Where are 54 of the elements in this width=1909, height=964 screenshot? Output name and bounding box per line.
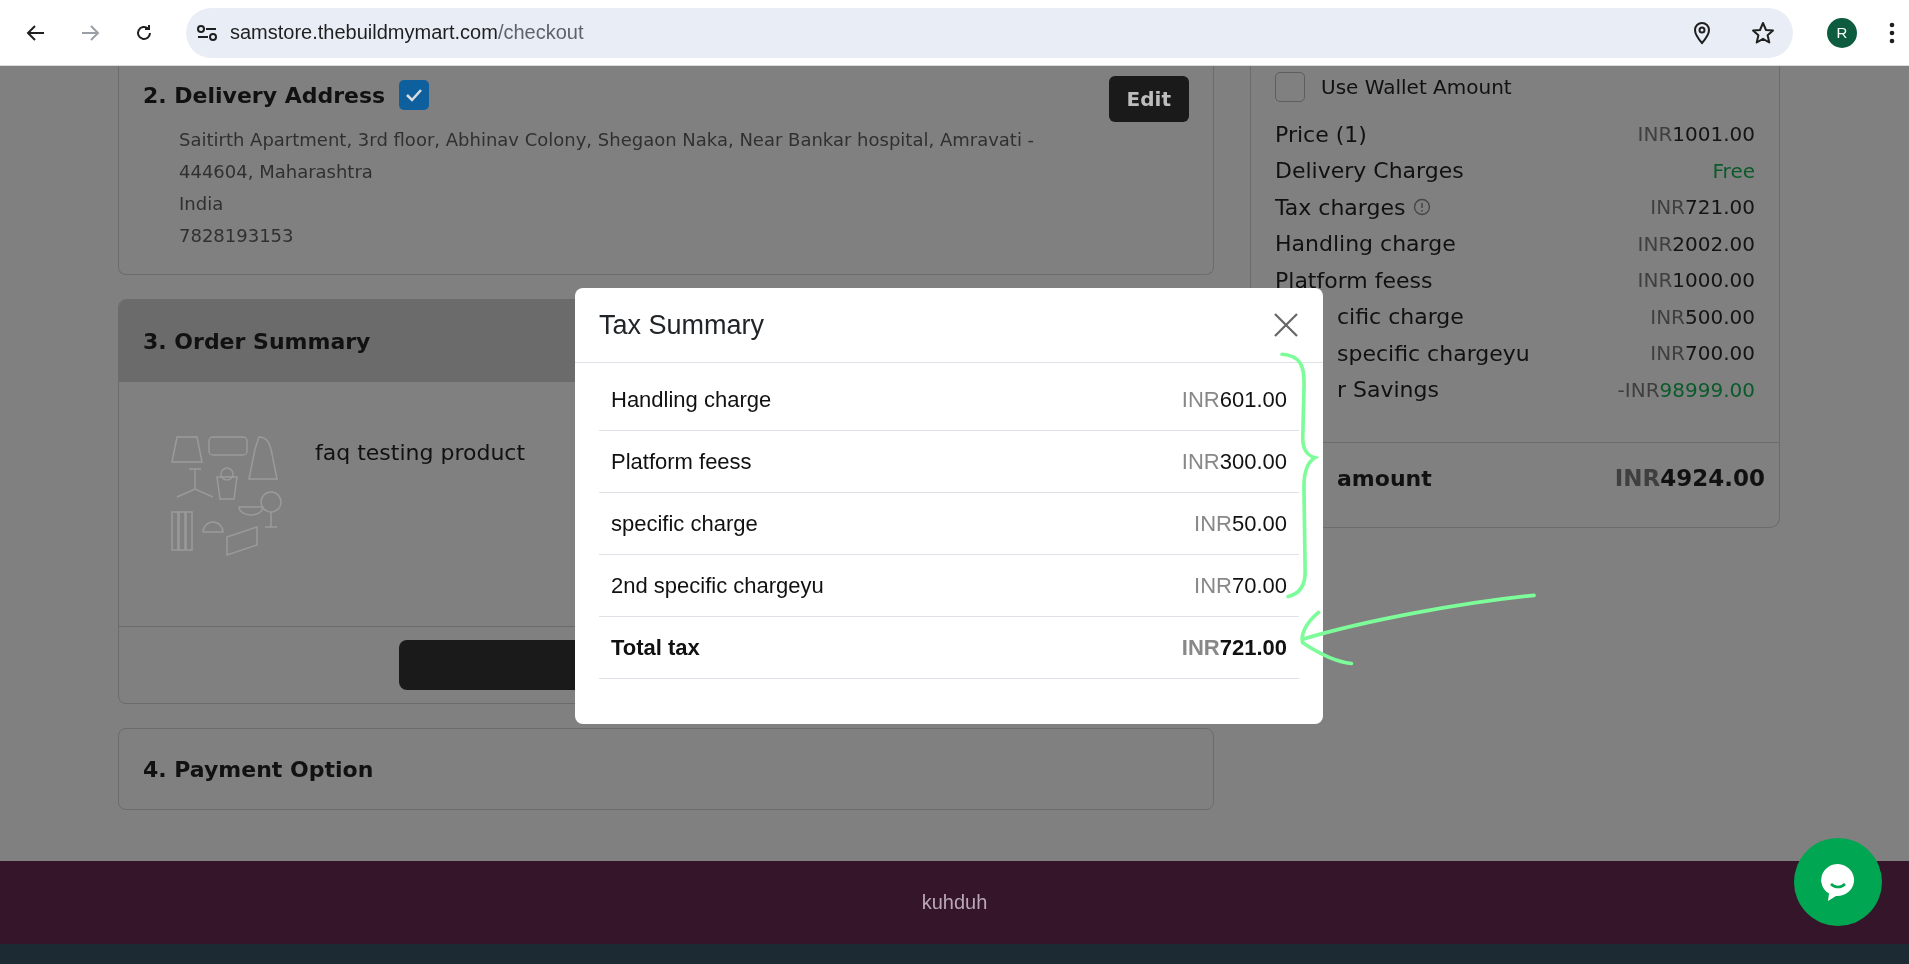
footer-text: kuhduh — [921, 891, 988, 914]
tax-amount: INR721.00 — [1181, 634, 1287, 661]
star-icon[interactable] — [1751, 20, 1775, 45]
tax-label: Total tax — [611, 634, 700, 661]
address-line: Saitirth Apartment, 3rd floor, Abhinav Colony, Shegaon Naka, Near Bankar hospital, Amravati - — [179, 128, 1036, 152]
price-value: INR1000.00 — [1637, 268, 1755, 293]
total-value: INR4924.00 — [1614, 465, 1765, 491]
price-label: Delivery Charges — [1275, 158, 1464, 184]
wallet-checkbox[interactable] — [1275, 72, 1305, 102]
address-bar[interactable]: samstore.thebuildmymart.com/checkout — [186, 7, 1793, 58]
url-text: samstore.thebuildmymart.com/checkout — [230, 21, 585, 44]
price-label: cific charge — [1337, 304, 1464, 330]
price-value: INR500.00 — [1650, 304, 1755, 329]
section-title: 3. Order Summary — [143, 328, 371, 354]
price-label: Tax charges — [1275, 194, 1406, 220]
section-title: 4. Payment Option — [143, 756, 374, 782]
price-label: Handling charge — [1275, 231, 1456, 257]
tax-amount: INR601.00 — [1181, 386, 1287, 413]
price-value: INR1001.00 — [1637, 122, 1755, 147]
checkbox[interactable] — [399, 80, 430, 110]
tax-amount: INR50.00 — [1194, 510, 1287, 537]
price-label: r Savings — [1337, 377, 1439, 403]
tax-amount: INR300.00 — [1181, 448, 1287, 475]
product-name: faq testing product — [315, 440, 526, 467]
address-line: 7828193153 — [179, 224, 295, 248]
address-line: India — [179, 192, 225, 216]
price-value: INR700.00 — [1650, 341, 1755, 366]
price-label: Price (1) — [1275, 121, 1367, 147]
edit-button[interactable]: Edit — [1108, 76, 1189, 122]
menu-icon[interactable] — [1889, 21, 1895, 44]
address-line: 444604, Maharashtra — [179, 160, 374, 184]
total-label: amount — [1337, 465, 1432, 491]
price-label: Platform feess — [1275, 267, 1433, 293]
tax-label: specific charge — [611, 510, 758, 537]
back-arrow-icon — [26, 22, 46, 43]
price-value: INR2002.00 — [1637, 231, 1755, 256]
price-value: INR721.00 — [1650, 195, 1755, 220]
checkbox-label: Use Wallet Amount — [1321, 75, 1512, 99]
tax-amount: INR70.00 — [1194, 572, 1287, 599]
dialog-title: Tax Summary — [599, 309, 765, 341]
tax-label: Platform feess — [611, 448, 752, 475]
profile-avatar[interactable]: R — [1827, 17, 1857, 48]
section-title: 2. Delivery Address — [143, 82, 386, 108]
forward-arrow-icon — [80, 22, 100, 43]
checkmark-icon — [405, 88, 424, 102]
price-value: -INR98999.00 — [1617, 377, 1755, 402]
info-icon[interactable] — [1413, 198, 1432, 217]
price-value: Free — [1712, 158, 1755, 183]
location-pin-icon[interactable] — [1693, 20, 1711, 45]
reload-icon — [134, 22, 154, 43]
tax-label: 2nd specific chargeyu — [611, 572, 824, 599]
price-label: specific chargeyu — [1337, 340, 1530, 366]
site-settings-icon — [196, 22, 218, 43]
tax-label: Handling charge — [611, 386, 772, 413]
